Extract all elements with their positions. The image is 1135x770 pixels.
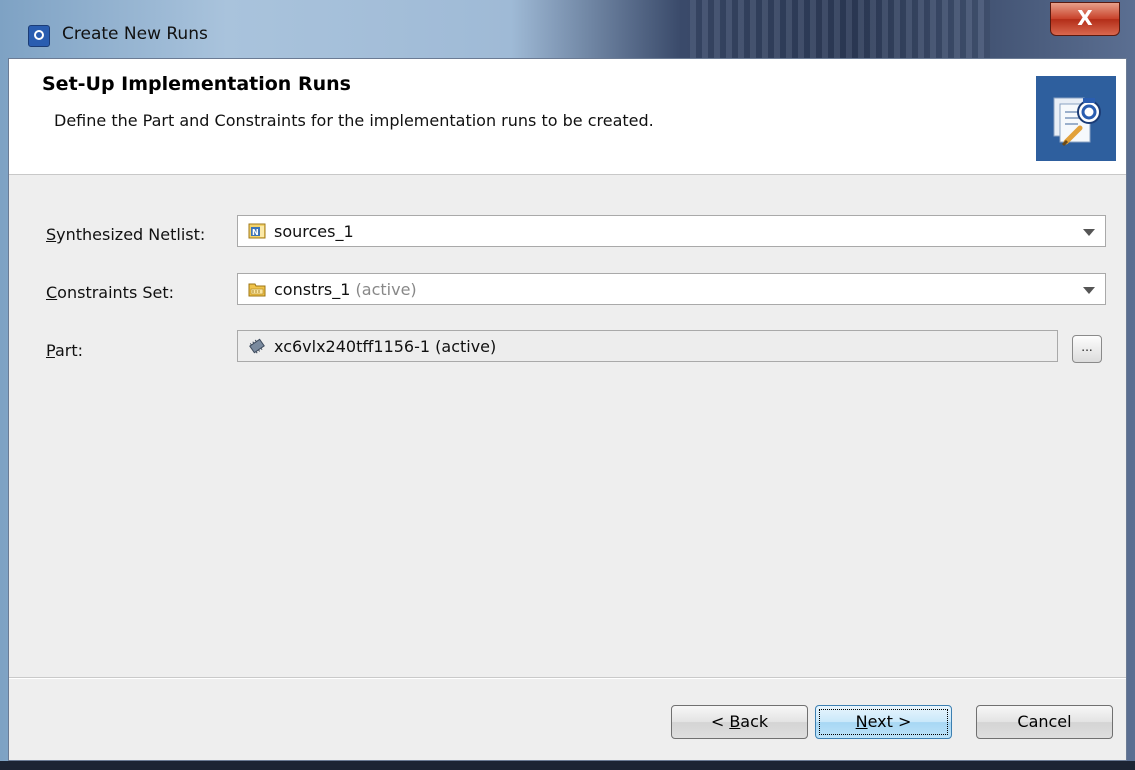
taskbar-edge: [0, 761, 1135, 770]
folder-icon: [248, 281, 266, 297]
active-tag: (active): [355, 280, 417, 299]
constraints-label: Constraints Set:: [46, 283, 175, 302]
title-bar[interactable]: Create New Runs X: [0, 0, 1135, 58]
dialog-content: Set-Up Implementation Runs Define the Pa…: [8, 58, 1127, 761]
app-icon[interactable]: [28, 25, 50, 47]
window-title: Create New Runs: [62, 24, 208, 44]
chevron-down-icon[interactable]: [1083, 229, 1095, 236]
close-button[interactable]: X: [1050, 2, 1120, 36]
part-label: Part:: [46, 341, 83, 360]
constraints-dropdown[interactable]: constrs_1 (active): [237, 273, 1106, 305]
part-field[interactable]: xc6vlx240tff1156-1 (active): [237, 330, 1058, 362]
dialog-window: Create New Runs X Set-Up Implementation …: [0, 0, 1135, 770]
netlist-label: Synthesized Netlist:: [46, 225, 206, 244]
chevron-down-icon[interactable]: [1083, 287, 1095, 294]
page-title: Set-Up Implementation Runs: [42, 73, 351, 95]
netlist-icon: N: [248, 223, 266, 239]
svg-text:N: N: [252, 228, 259, 237]
netlist-dropdown[interactable]: N sources_1: [237, 215, 1106, 247]
browse-part-button[interactable]: ...: [1072, 335, 1102, 363]
netlist-value: sources_1: [274, 222, 354, 241]
constraints-value: constrs_1 (active): [274, 280, 417, 299]
back-button[interactable]: < Back: [671, 705, 808, 739]
wizard-header: Set-Up Implementation Runs Define the Pa…: [9, 59, 1126, 175]
wizard-runs-icon: [1036, 76, 1116, 161]
part-value: xc6vlx240tff1156-1 (active): [274, 337, 497, 356]
page-subtitle: Define the Part and Constraints for the …: [54, 111, 654, 130]
title-bar-glow: [690, 0, 990, 58]
next-button[interactable]: Next >: [815, 705, 952, 739]
chip-icon: [248, 338, 266, 354]
cancel-button[interactable]: Cancel: [976, 705, 1113, 739]
footer-separator: [9, 677, 1126, 679]
